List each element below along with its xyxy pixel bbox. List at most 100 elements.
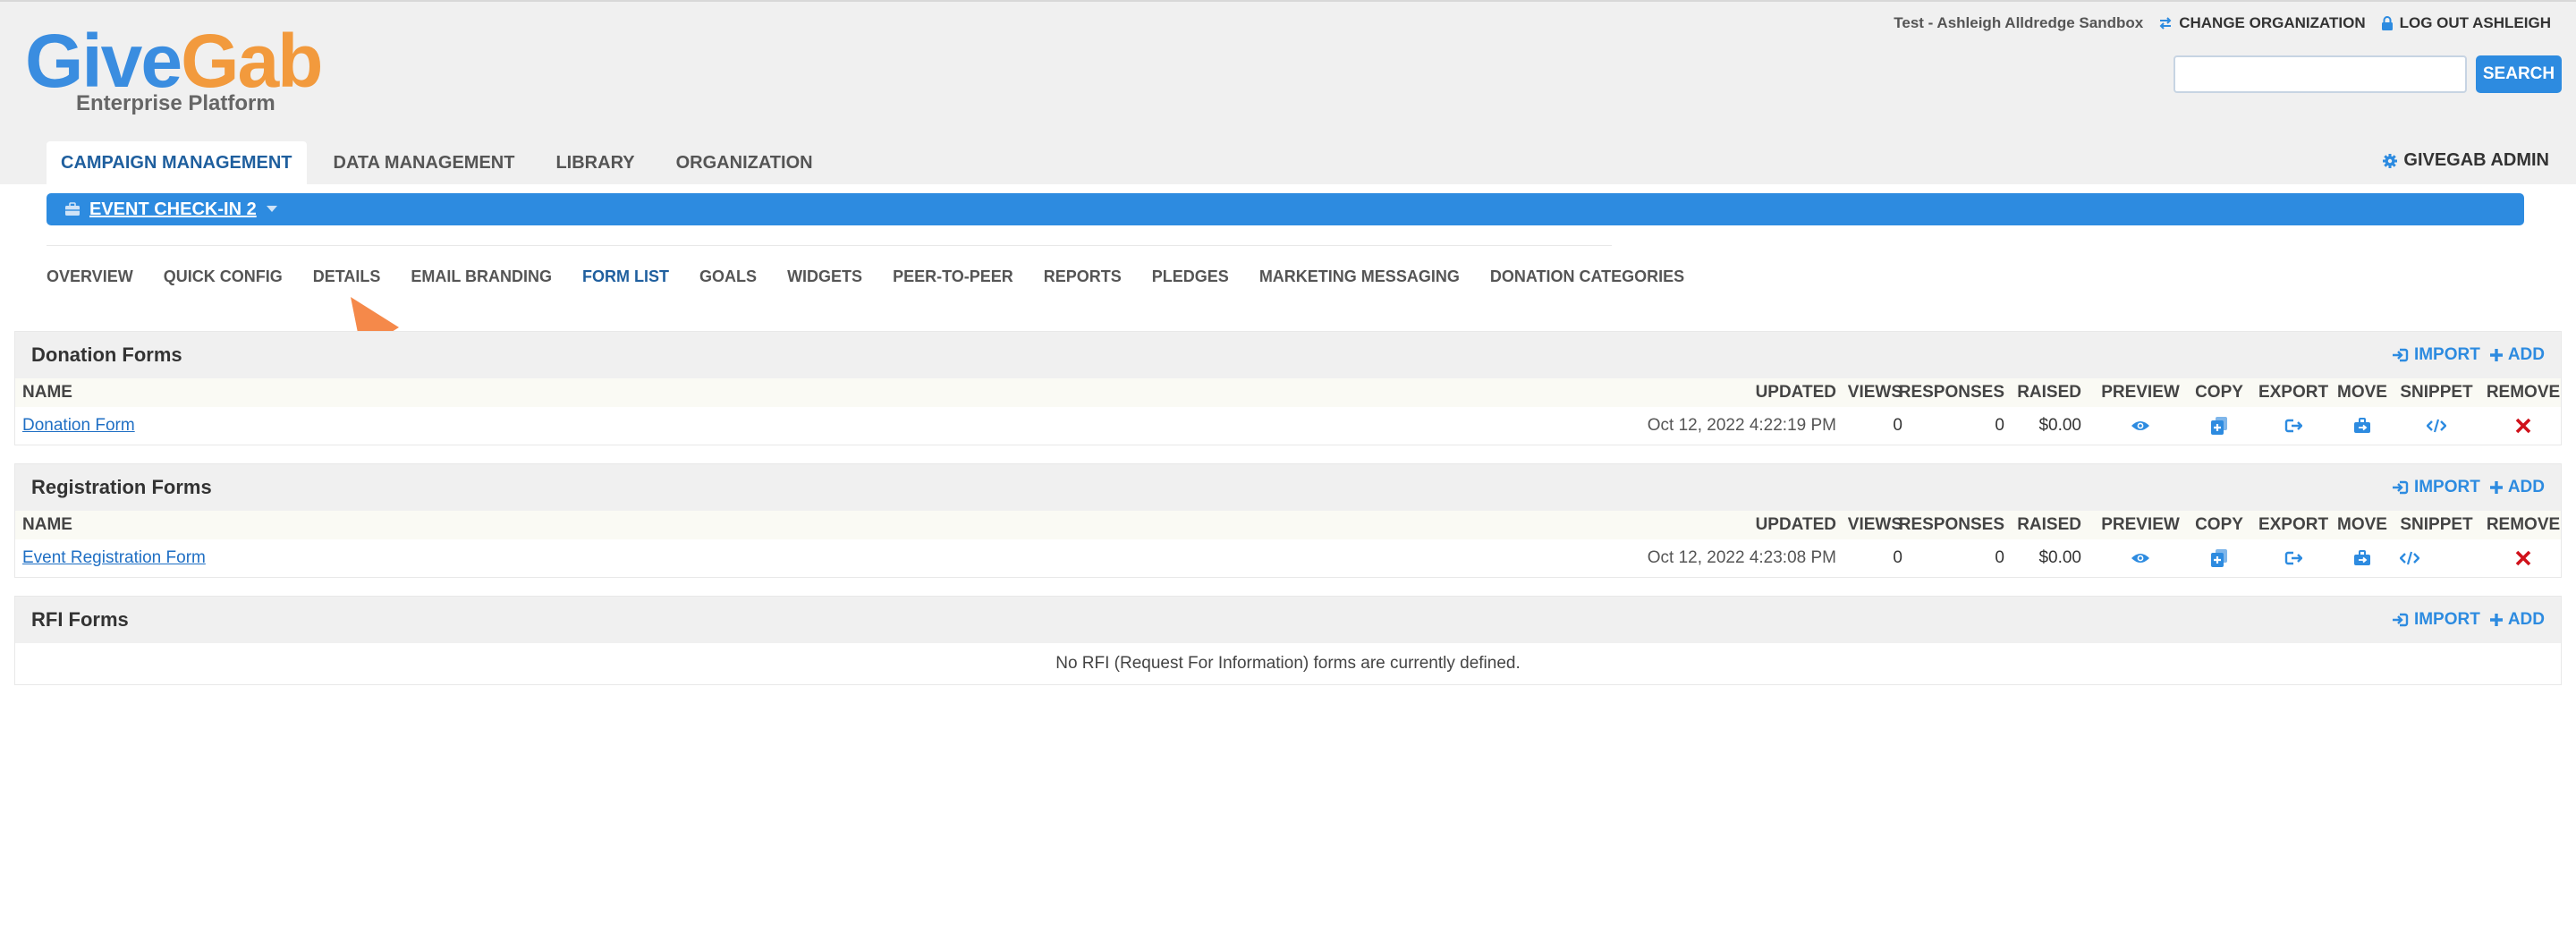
code-icon [2427,419,2446,433]
top-links: Test - Ashleigh Alldredge Sandbox CHANGE… [1894,11,2551,36]
logo-tagline: Enterprise Platform [76,91,275,115]
briefcase-move-icon [2354,418,2370,433]
section-actions: IMPORT ADD [2392,478,2545,497]
col-responses[interactable]: RESPONSES [1899,383,2004,403]
snippet-button[interactable] [2368,539,2452,577]
subtab-donation-categories[interactable]: DONATION CATEGORIES [1490,267,1684,286]
eye-icon [2131,421,2149,430]
givegab-logo[interactable]: GiveGab Enterprise Platform [25,20,347,120]
table-header: NAME UPDATED VIEWS RESPONSES RAISED PREV… [15,378,2561,407]
subtab-widgets[interactable]: WIDGETS [787,267,862,286]
form-name-link[interactable]: Event Registration Form [22,548,206,568]
registration-forms-section: Registration Forms IMPORT ADD NAME UPDAT… [14,463,2562,578]
sub-nav: OVERVIEW QUICK CONFIG DETAILS EMAIL BRAN… [47,245,1684,308]
export-icon [2284,551,2302,565]
form-name-link[interactable]: Donation Form [22,416,135,436]
logout-link[interactable]: LOG OUT ASHLEIGH [2380,14,2551,32]
section-actions: IMPORT ADD [2392,610,2545,630]
import-icon [2392,480,2409,495]
campaign-bar: EVENT CHECK-IN 2 [47,193,2524,225]
col-views[interactable]: VIEWS [1848,515,1902,535]
lock-icon [2381,16,2393,30]
copy-icon [2211,549,2227,567]
views-value: 0 [1893,548,1902,567]
import-icon [2392,613,2409,627]
add-button[interactable]: ADD [2489,478,2545,497]
subtab-quick-config[interactable]: QUICK CONFIG [164,267,283,286]
subtab-peer-to-peer[interactable]: PEER-TO-PEER [893,267,1013,286]
col-snippet: SNIPPET [2400,383,2473,402]
export-button[interactable] [2257,407,2330,445]
add-button[interactable]: ADD [2489,345,2545,365]
remove-button[interactable] [2486,407,2561,445]
import-icon [2392,348,2409,362]
add-button[interactable]: ADD [2489,610,2545,630]
code-icon [2400,551,2419,565]
col-remove: REMOVE [2486,515,2561,534]
export-button[interactable] [2257,539,2330,577]
subtab-email-branding[interactable]: EMAIL BRANDING [411,267,552,286]
subtab-details[interactable]: DETAILS [313,267,381,286]
empty-state-message: No RFI (Request For Information) forms a… [1055,654,1521,673]
snippet-button[interactable] [2394,407,2479,445]
plus-icon [2489,481,2503,494]
col-name[interactable]: NAME [22,383,72,403]
givegab-admin-label: GIVEGAB ADMIN [2403,150,2549,170]
close-icon [2515,550,2531,566]
import-label: IMPORT [2413,345,2480,364]
chevron-down-icon [266,206,277,212]
section-title: RFI Forms [31,608,129,631]
tab-campaign-management[interactable]: CAMPAIGN MANAGEMENT [47,141,307,184]
move-button[interactable] [2335,407,2389,445]
remove-button[interactable] [2486,539,2561,577]
import-label: IMPORT [2413,478,2480,496]
search-button[interactable]: SEARCH [2476,55,2562,93]
import-button[interactable]: IMPORT [2392,345,2480,365]
col-raised[interactable]: RAISED [2017,515,2081,535]
preview-button[interactable] [2099,539,2182,577]
col-copy: COPY [2195,383,2243,402]
col-snippet: SNIPPET [2400,515,2473,534]
donation-forms-section: Donation Forms IMPORT ADD NAME UPDATED V… [14,331,2562,445]
responses-value: 0 [1995,548,2004,567]
import-button[interactable]: IMPORT [2392,478,2480,497]
copy-icon [2211,417,2227,435]
col-export: EXPORT [2258,515,2329,534]
col-name[interactable]: NAME [22,515,72,535]
givegab-admin-link[interactable]: GIVEGAB ADMIN [2382,150,2549,171]
views-value: 0 [1893,416,1902,435]
section-actions: IMPORT ADD [2392,345,2545,365]
tab-organization[interactable]: ORGANIZATION [662,141,827,184]
col-raised[interactable]: RAISED [2017,383,2081,403]
campaign-selector[interactable]: EVENT CHECK-IN 2 [64,193,278,225]
copy-button[interactable] [2190,407,2248,445]
rfi-forms-section: RFI Forms IMPORT ADD No RFI (Request For… [14,596,2562,685]
subtab-marketing-messaging[interactable]: MARKETING MESSAGING [1259,267,1460,286]
tab-data-management[interactable]: DATA MANAGEMENT [319,141,530,184]
search-input[interactable] [2174,55,2467,93]
subtab-goals[interactable]: GOALS [699,267,757,286]
import-button[interactable]: IMPORT [2392,610,2480,630]
copy-button[interactable] [2190,539,2248,577]
add-label: ADD [2507,345,2545,364]
updated-value: Oct 12, 2022 4:22:19 PM [1647,416,1836,435]
change-organization-link[interactable]: CHANGE ORGANIZATION [2157,14,2366,32]
col-move: MOVE [2337,515,2387,534]
preview-button[interactable] [2099,407,2182,445]
col-updated[interactable]: UPDATED [1756,515,1836,535]
col-updated[interactable]: UPDATED [1756,383,1836,403]
col-copy: COPY [2195,515,2243,534]
col-responses[interactable]: RESPONSES [1899,515,2004,535]
col-views[interactable]: VIEWS [1848,383,1902,403]
subtab-form-list[interactable]: FORM LIST [582,267,669,286]
subtab-pledges[interactable]: PLEDGES [1152,267,1229,286]
tab-library[interactable]: LIBRARY [541,141,648,184]
updated-value: Oct 12, 2022 4:23:08 PM [1647,548,1836,567]
briefcase-icon [65,202,80,216]
campaign-name: EVENT CHECK-IN 2 [89,199,257,219]
subtab-reports[interactable]: REPORTS [1044,267,1122,286]
subtab-overview[interactable]: OVERVIEW [47,267,133,286]
plus-icon [2489,349,2503,361]
export-icon [2284,419,2302,433]
section-header: Donation Forms IMPORT ADD [15,332,2561,378]
